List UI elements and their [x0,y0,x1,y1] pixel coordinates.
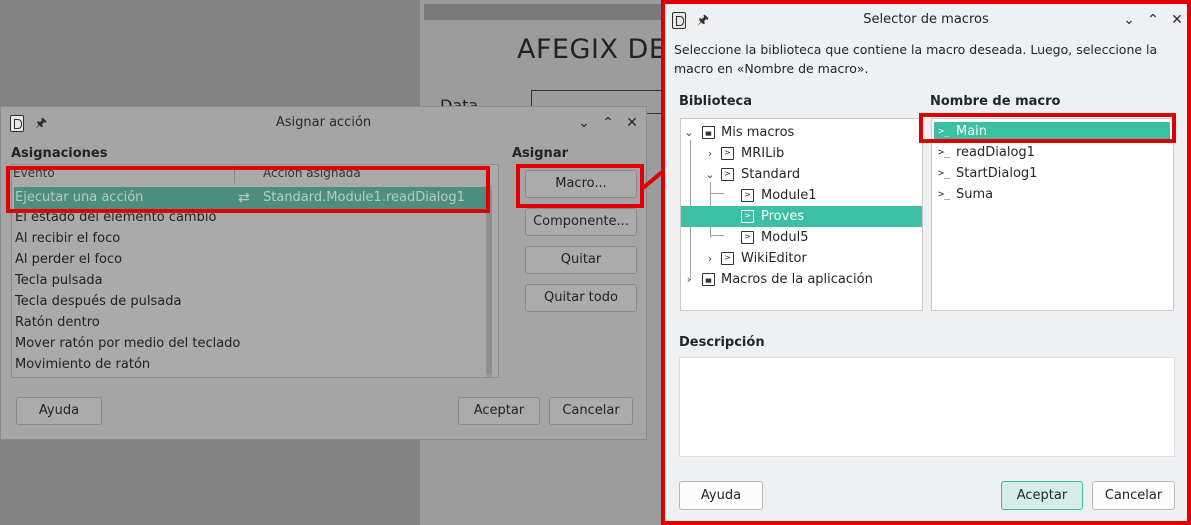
help-button[interactable]: Ayuda [679,481,763,510]
library-icon: > [721,147,734,160]
tree-item-label: Module1 [761,188,817,203]
table-row[interactable]: Ratón dentro [15,315,100,330]
assign-label: Asignar [512,146,568,161]
minimize-icon[interactable]: ⌄ [574,113,594,133]
tree-item-app-macros[interactable]: › ▄ Macros de la aplicación [681,269,922,290]
table-row[interactable]: Mover ratón por medio del teclado [15,336,240,351]
tree-item-standard[interactable]: ⌄ > Standard [681,164,922,185]
module-icon: > [741,210,754,223]
ok-button[interactable]: Aceptar [1001,481,1083,510]
cancel-button[interactable]: Cancelar [1092,481,1175,510]
tree-item-proves[interactable]: > Proves [681,206,922,227]
maximize-icon[interactable]: ⌃ [1143,10,1163,30]
library-label: Biblioteca [679,94,753,109]
help-button[interactable]: Ayuda [16,397,102,425]
module-icon: > [741,189,754,202]
tree-item-mrilib[interactable]: › > MRILib [681,143,922,164]
macro-icon: >_ [938,168,951,179]
list-item-readdialog1[interactable]: >_ readDialog1 [934,143,1170,163]
library-icon: > [721,168,734,181]
macro-name-label: Nombre de macro [930,94,1061,109]
ok-button[interactable]: Aceptar [458,397,540,425]
macro-icon: >_ [938,147,951,158]
events-scrollbar[interactable] [486,185,492,377]
table-row[interactable]: Al recibir el foco [15,231,120,246]
tree-item-label: Standard [741,167,801,182]
maximize-icon[interactable]: ⌃ [598,113,618,133]
macro-icon: >_ [938,189,951,200]
assign-action-titlebar: 🖈 Asignar acción ⌄ ⌃ ✕ [1,107,646,139]
description-box [679,357,1175,457]
macro-name-list[interactable]: >_ Main >_ readDialog1 >_ StartDialog1 >… [931,118,1174,311]
table-row[interactable]: Al perder el foco [15,252,122,267]
macro-selector-titlebar: 🖈 Selector de macros ⌄ ⌃ ✕ [665,4,1187,36]
assign-action-dialog: 🖈 Asignar acción ⌄ ⌃ ✕ Asignaciones Asig… [0,106,647,440]
macro-selector-dialog: 🖈 Selector de macros ⌄ ⌃ ✕ Seleccione la… [661,0,1191,525]
remove-all-button[interactable]: Quitar todo [525,284,637,312]
tree-item-label: WikiEditor [741,251,807,266]
computer-icon: ▄ [702,273,715,286]
scrollbar-thumb[interactable] [486,189,492,375]
remove-button[interactable]: Quitar [525,246,637,274]
table-row[interactable]: Movimiento de ratón [15,357,150,372]
tree-item-label: Macros de la aplicación [721,272,873,287]
close-icon[interactable]: ✕ [1167,10,1187,30]
table-row[interactable]: Tecla pulsada [15,273,103,288]
instructions-text: Seleccione la biblioteca que contiene la… [674,42,1158,76]
macro-name: readDialog1 [956,145,1035,160]
highlight-macro-button [516,164,644,208]
chevron-down-icon[interactable]: ⌄ [684,122,694,143]
component-button[interactable]: Componente... [525,208,637,236]
tree-item-label: MRILib [741,146,785,161]
macro-selector-title: Selector de macros [863,12,989,27]
list-item-suma[interactable]: >_ Suma [934,185,1170,205]
highlight-selected-event [6,166,490,213]
document-heading: AFEGIX DES [517,34,685,65]
library-tree[interactable]: ⌄ ▄ Mis macros › > MRILib ⌄ > Standard >… [680,118,923,311]
tree-item-label: Proves [761,209,805,224]
library-icon: > [721,252,734,265]
tree-item-modul5[interactable]: > Modul5 [681,227,922,248]
module-icon: > [741,231,754,244]
assign-action-title: Asignar acción [275,115,372,130]
description-label: Descripción [679,335,765,350]
chevron-right-icon[interactable]: › [705,143,715,164]
chevron-right-icon[interactable]: › [684,269,694,290]
document-toolbar-strip [424,4,664,20]
tree-item-label: Modul5 [761,230,809,245]
tree-item-label: Mis macros [721,125,795,140]
tree-item-module1[interactable]: > Module1 [681,185,922,206]
cancel-button[interactable]: Cancelar [549,397,633,425]
highlight-selected-macro [919,113,1176,143]
minimize-icon[interactable]: ⌄ [1119,10,1139,30]
macro-name: Suma [956,187,994,202]
computer-icon: ▄ [702,126,715,139]
assignments-label: Asignaciones [11,146,108,161]
chevron-right-icon[interactable]: › [705,248,715,269]
table-row[interactable]: Tecla después de pulsada [15,294,181,309]
chevron-down-icon[interactable]: ⌄ [705,164,715,185]
tree-item-wikieditor[interactable]: › > WikiEditor [681,248,922,269]
tree-item-my-macros[interactable]: ⌄ ▄ Mis macros [681,122,922,143]
list-item-startdialog1[interactable]: >_ StartDialog1 [934,164,1170,184]
close-icon[interactable]: ✕ [622,113,642,133]
macro-name: StartDialog1 [956,166,1038,181]
